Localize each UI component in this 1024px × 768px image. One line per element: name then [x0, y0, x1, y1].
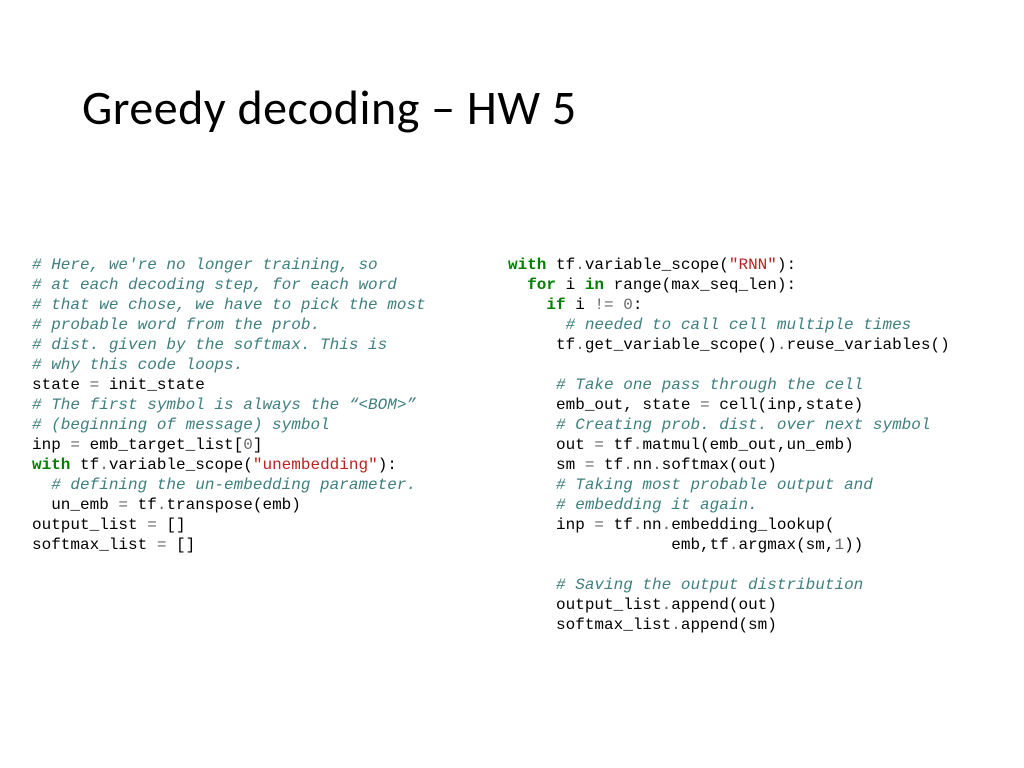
comment-line: # Creating prob. dist. over next symbol: [556, 416, 930, 434]
code-token: sm: [556, 456, 585, 474]
comment-line: # why this code loops.: [32, 356, 243, 374]
code-right-column: with tf.variable_scope("RNN"): for i in …: [508, 255, 998, 635]
code-token: softmax_list: [32, 536, 157, 554]
code-token: get_variable_scope(): [585, 336, 777, 354]
code-token: =: [594, 516, 604, 534]
code-token: variable_scope(: [585, 256, 729, 274]
code-token: tf: [604, 516, 633, 534]
code-token: .: [652, 456, 662, 474]
comment-line: # that we chose, we have to pick the mos…: [32, 296, 426, 314]
code-token: []: [157, 516, 186, 534]
code-token: softmax(out): [662, 456, 777, 474]
code-token: inp: [32, 436, 70, 454]
code-token: emb_out, state: [556, 396, 700, 414]
code-token: i: [566, 296, 595, 314]
code-token: .: [575, 336, 585, 354]
code-token: inp: [556, 516, 594, 534]
code-token: emb_target_list[: [80, 436, 243, 454]
code-token: output_list: [556, 596, 662, 614]
code-left-column: # Here, we're no longer training, so # a…: [32, 255, 482, 555]
comment-line: # needed to call cell multiple times: [566, 316, 912, 334]
code-token: transpose(emb): [166, 496, 300, 514]
code-token: output_list: [32, 516, 147, 534]
comment-line: # probable word from the prob.: [32, 316, 320, 334]
code-token: tf: [128, 496, 157, 514]
comment-line: # Take one pass through the cell: [556, 376, 863, 394]
code-token: "unembedding": [253, 456, 378, 474]
code-token: emb,tf: [671, 536, 729, 554]
comment-line: # at each decoding step, for each word: [32, 276, 397, 294]
code-token: =: [90, 376, 100, 394]
code-token: !=: [594, 296, 613, 314]
code-token: .: [662, 596, 672, 614]
code-token: 0: [623, 296, 633, 314]
code-token: with: [508, 256, 546, 274]
slide-title: Greedy decoding – HW 5: [82, 78, 577, 137]
code-token: .: [662, 516, 672, 534]
code-token: ):: [378, 456, 397, 474]
comment-line: # Taking most probable output and: [556, 476, 873, 494]
code-token: embedding_lookup(: [671, 516, 834, 534]
code-token: .: [633, 436, 643, 454]
code-token: i: [556, 276, 585, 294]
code-token: state: [32, 376, 90, 394]
code-token: .: [729, 536, 739, 554]
code-token: in: [585, 276, 604, 294]
code-token: =: [70, 436, 80, 454]
code-token: =: [147, 516, 157, 534]
code-token: :: [633, 296, 643, 314]
slide: Greedy decoding – HW 5 # Here, we're no …: [0, 0, 1024, 768]
code-token: variable_scope(: [109, 456, 253, 474]
code-token: tf: [604, 436, 633, 454]
code-token: tf: [546, 256, 575, 274]
code-token: cell(inp,state): [710, 396, 864, 414]
code-token: .: [99, 456, 109, 474]
code-token: .: [633, 516, 643, 534]
code-token: [614, 296, 624, 314]
code-token: .: [623, 456, 633, 474]
code-token: range: [604, 276, 662, 294]
comment-line: # The first symbol is always the “<BOM>”: [32, 396, 416, 414]
code-token: argmax(sm,: [738, 536, 834, 554]
code-token: append(sm): [681, 616, 777, 634]
code-token: tf: [594, 456, 623, 474]
code-token: (max_seq_len):: [662, 276, 796, 294]
code-token: nn: [633, 456, 652, 474]
code-token: matmul(emb_out,un_emb): [642, 436, 853, 454]
code-token: for: [527, 276, 556, 294]
code-token: nn: [642, 516, 661, 534]
code-token: =: [700, 396, 710, 414]
code-token: with: [32, 456, 70, 474]
code-token: 1: [834, 536, 844, 554]
code-token: =: [118, 496, 128, 514]
code-token: tf: [556, 336, 575, 354]
code-token: ):: [777, 256, 796, 274]
code-token: =: [594, 436, 604, 454]
comment-line: # embedding it again.: [556, 496, 758, 514]
comment-line: # (beginning of message) symbol: [32, 416, 330, 434]
code-token: un_emb: [32, 496, 118, 514]
code-token: reuse_variables(): [786, 336, 949, 354]
code-token: )): [844, 536, 863, 554]
comment-line: # dist. given by the softmax. This is: [32, 336, 387, 354]
code-token: tf: [70, 456, 99, 474]
code-token: .: [671, 616, 681, 634]
code-token: ]: [253, 436, 263, 454]
code-token: =: [157, 536, 167, 554]
code-token: softmax_list: [556, 616, 671, 634]
code-token: =: [585, 456, 595, 474]
code-token: init_state: [99, 376, 205, 394]
code-token: .: [157, 496, 167, 514]
code-token: []: [166, 536, 195, 554]
code-token: append(out): [671, 596, 777, 614]
code-token: out: [556, 436, 594, 454]
comment-line: # defining the un-embedding parameter.: [51, 476, 416, 494]
code-token: .: [575, 256, 585, 274]
code-token: if: [546, 296, 565, 314]
comment-line: # Saving the output distribution: [556, 576, 863, 594]
code-token: "RNN": [729, 256, 777, 274]
comment-line: # Here, we're no longer training, so: [32, 256, 378, 274]
code-token: 0: [243, 436, 253, 454]
